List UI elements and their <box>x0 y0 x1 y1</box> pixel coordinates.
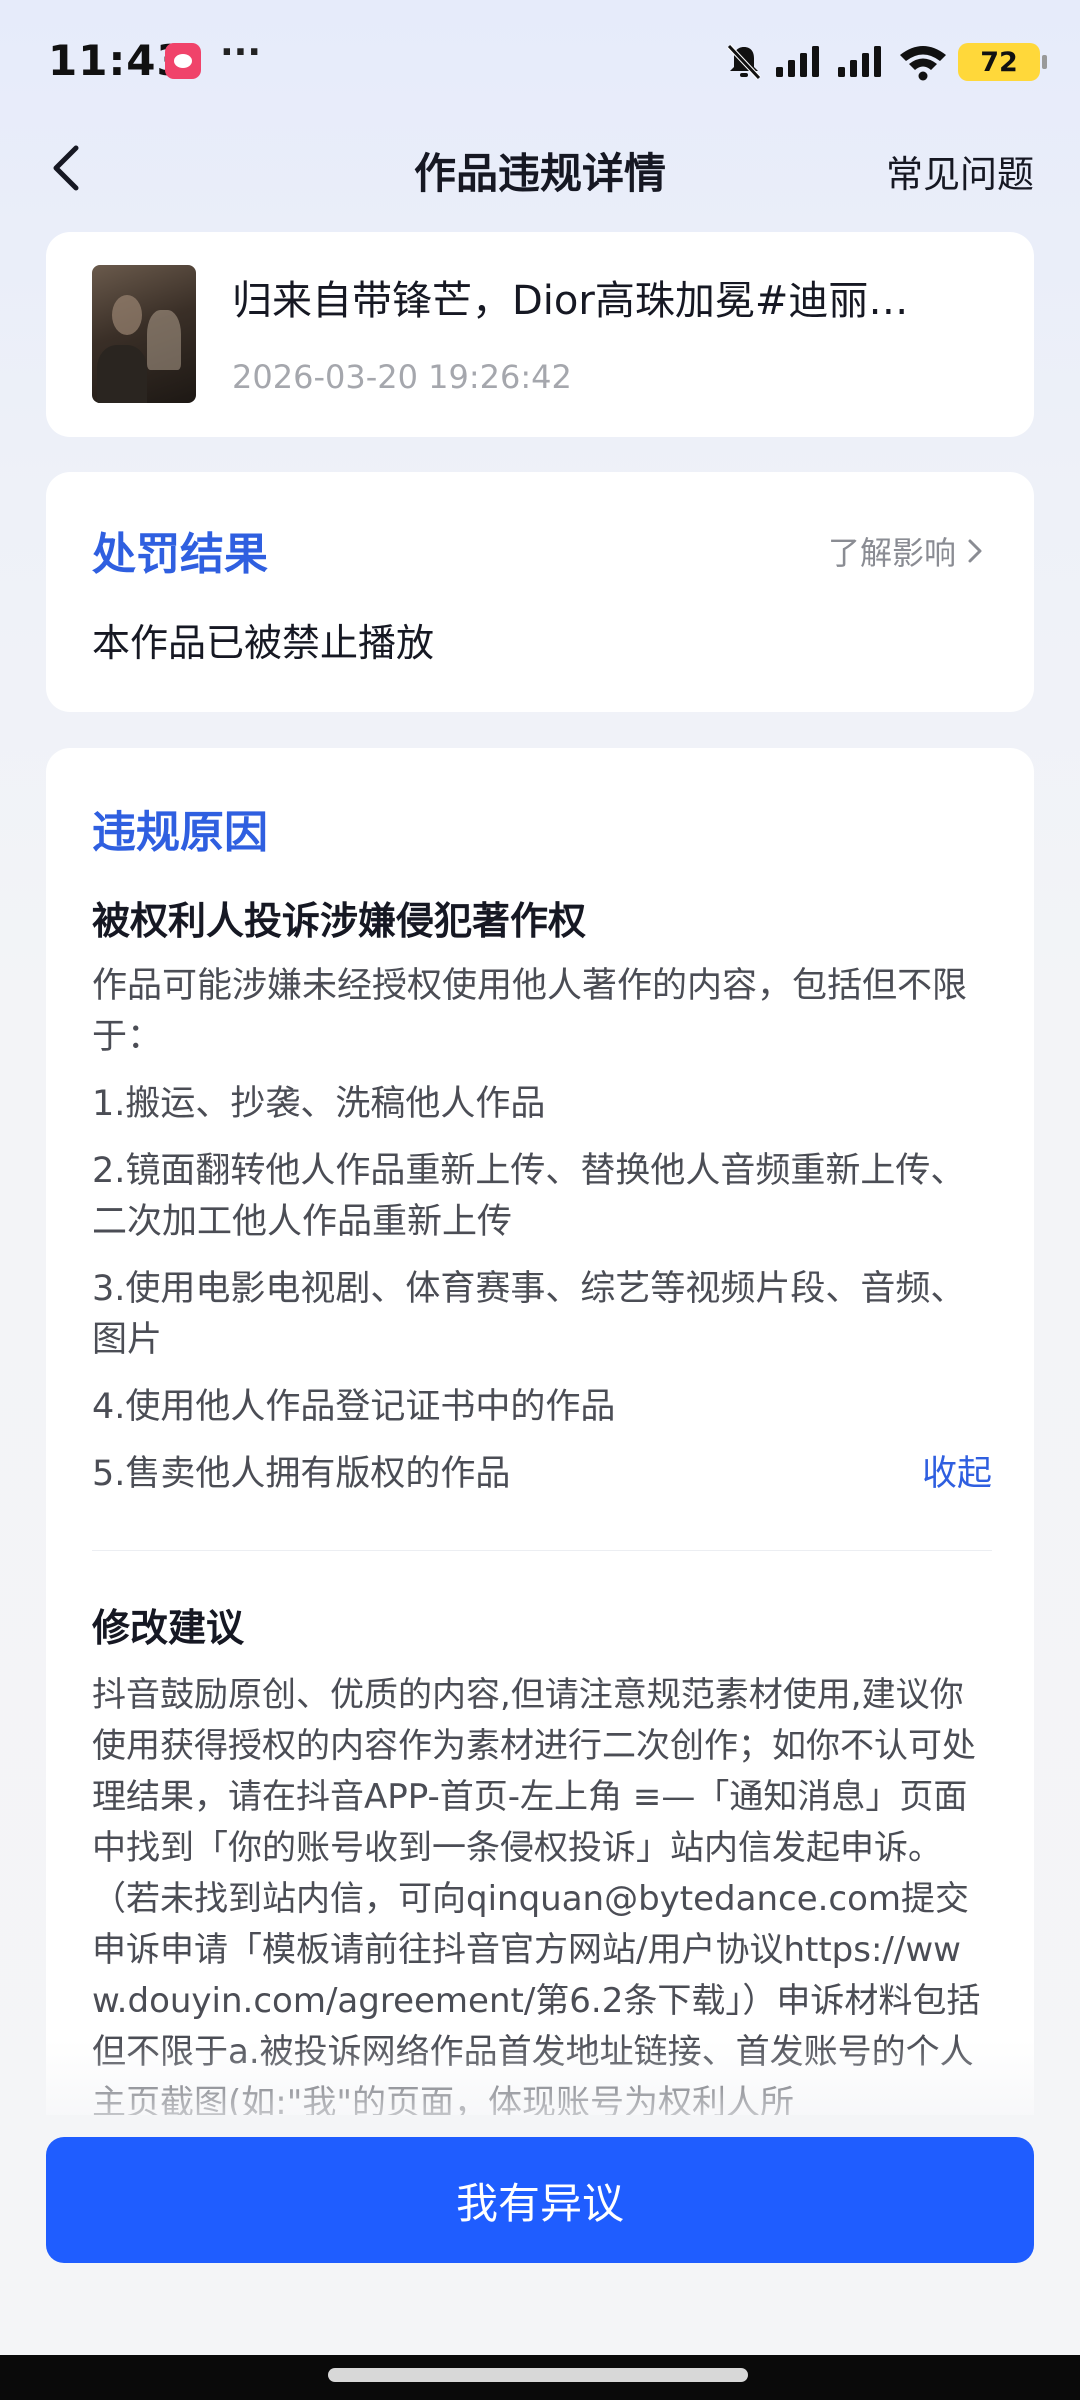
suggestion-title: 修改建议 <box>92 1606 245 1650</box>
learn-impact-link[interactable]: 了解影响 <box>828 528 984 574</box>
objection-button[interactable]: 我有异议 <box>46 2137 1034 2263</box>
more-notifications-icon: ··· <box>220 32 262 73</box>
rule-item: 3.使用电影电视剧、体育赛事、综艺等视频片段、音频、图片 <box>92 1269 966 1360</box>
status-bar: 11:43 ··· 72 <box>0 0 1080 130</box>
learn-impact-label: 了解影响 <box>827 534 956 572</box>
rule-item: 4.使用他人作品登记证书中的作品 <box>92 1387 616 1427</box>
violation-type: 被权利人投诉涉嫌侵犯著作权 <box>92 899 587 943</box>
collapse-button[interactable]: 收起 <box>922 1449 992 1500</box>
header: 作品违规详情 常见问题 <box>0 118 1080 218</box>
last-rule-row: 5.售卖他人拥有版权的作品 收起 <box>92 1449 992 1500</box>
violation-reason-card: 违规原因 被权利人投诉涉嫌侵犯著作权 作品可能涉嫌未经授权使用他人著作的内容，包… <box>46 748 1034 2148</box>
divider <box>92 1550 992 1551</box>
video-thumbnail <box>92 265 196 403</box>
punishment-card: 处罚结果 了解影响 本作品已被禁止播放 <box>46 472 1034 712</box>
app-notification-icon <box>165 43 201 79</box>
status-icons: 72 <box>724 42 1047 82</box>
rule-item: 5.售卖他人拥有版权的作品 <box>92 1454 511 1494</box>
wifi-icon <box>900 46 946 81</box>
home-indicator[interactable] <box>328 2368 748 2382</box>
video-title: 归来自带锋芒，Dior高珠加冕#迪丽… <box>232 278 909 324</box>
rule-item: 1.搬运、抄袭、洗稿他人作品 <box>92 1084 546 1124</box>
violation-description: 作品可能涉嫌未经授权使用他人著作的内容，包括但不限于： <box>92 966 968 1057</box>
signal-icon <box>776 46 819 77</box>
signal-icon <box>838 46 881 77</box>
mute-bell-icon <box>727 44 761 80</box>
punishment-result: 本作品已被禁止播放 <box>92 621 435 665</box>
faq-link[interactable]: 常见问题 <box>886 144 1034 198</box>
video-card[interactable]: 归来自带锋芒，Dior高珠加冕#迪丽… 2026-03-20 19:26:42 <box>46 232 1034 437</box>
chevron-right-icon <box>968 539 982 563</box>
punishment-title: 处罚结果 <box>92 529 268 580</box>
video-timestamp: 2026-03-20 19:26:42 <box>232 358 572 396</box>
rule-item: 2.镜面翻转他人作品重新上传、替换他人音频重新上传、二次加工他人作品重新上传 <box>92 1151 966 1242</box>
reason-title: 违规原因 <box>92 807 268 858</box>
battery-icon: 72 <box>958 43 1047 81</box>
